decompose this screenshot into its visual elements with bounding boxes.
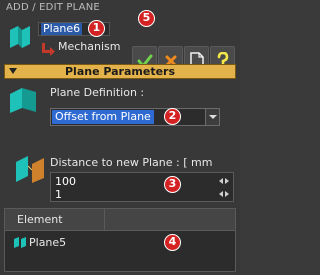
dropdown-chevron-icon[interactable] <box>205 109 219 125</box>
distance-step-spin-icon[interactable] <box>219 188 229 200</box>
add-edit-plane-panel: ADD / EDIT PLANE Plane6 1 Mechanism 5 Pl… <box>0 0 240 275</box>
distance-value-spin-icon[interactable] <box>219 175 229 187</box>
plane-parameters-section[interactable]: Plane Parameters <box>4 64 236 79</box>
callout-badge-2: 2 <box>164 108 181 125</box>
callout-badge-1: 1 <box>88 20 105 37</box>
table-row[interactable]: Plane5 <box>5 233 235 251</box>
panel-title: ADD / EDIT PLANE <box>6 2 100 13</box>
plane-element-icon <box>14 237 26 248</box>
distance-value-input[interactable]: 100 <box>55 175 76 188</box>
callout-badge-3: 3 <box>164 176 181 193</box>
distance-plane-icon <box>16 156 44 183</box>
red-arrow-icon <box>42 43 55 56</box>
callout-badge-5: 5 <box>138 10 155 27</box>
section-title: Plane Parameters <box>64 65 176 78</box>
plane-definition-icon <box>10 88 36 113</box>
distance-step-input[interactable]: 1 <box>55 188 62 201</box>
column-header-element[interactable]: Element <box>5 209 105 231</box>
plane-logo-icon <box>10 26 30 48</box>
plane-name-value: Plane6 <box>41 22 83 35</box>
plane-definition-selected: Offset from Plane <box>52 110 154 124</box>
plane-definition-label: Plane Definition : <box>50 86 145 99</box>
element-table: Element Plane5 <box>4 208 236 272</box>
table-cell-element: Plane5 <box>29 236 67 249</box>
plane-header: Plane6 1 Mechanism 5 <box>2 10 238 76</box>
callout-badge-4: 4 <box>164 234 181 251</box>
table-header: Element <box>5 209 235 231</box>
distance-label: Distance to new Plane : [ mm <box>50 156 213 169</box>
plane-definition-select[interactable]: Offset from Plane <box>50 108 220 126</box>
parent-mechanism-label: Mechanism <box>58 40 121 53</box>
distance-input-group[interactable]: 100 1 <box>50 172 234 202</box>
